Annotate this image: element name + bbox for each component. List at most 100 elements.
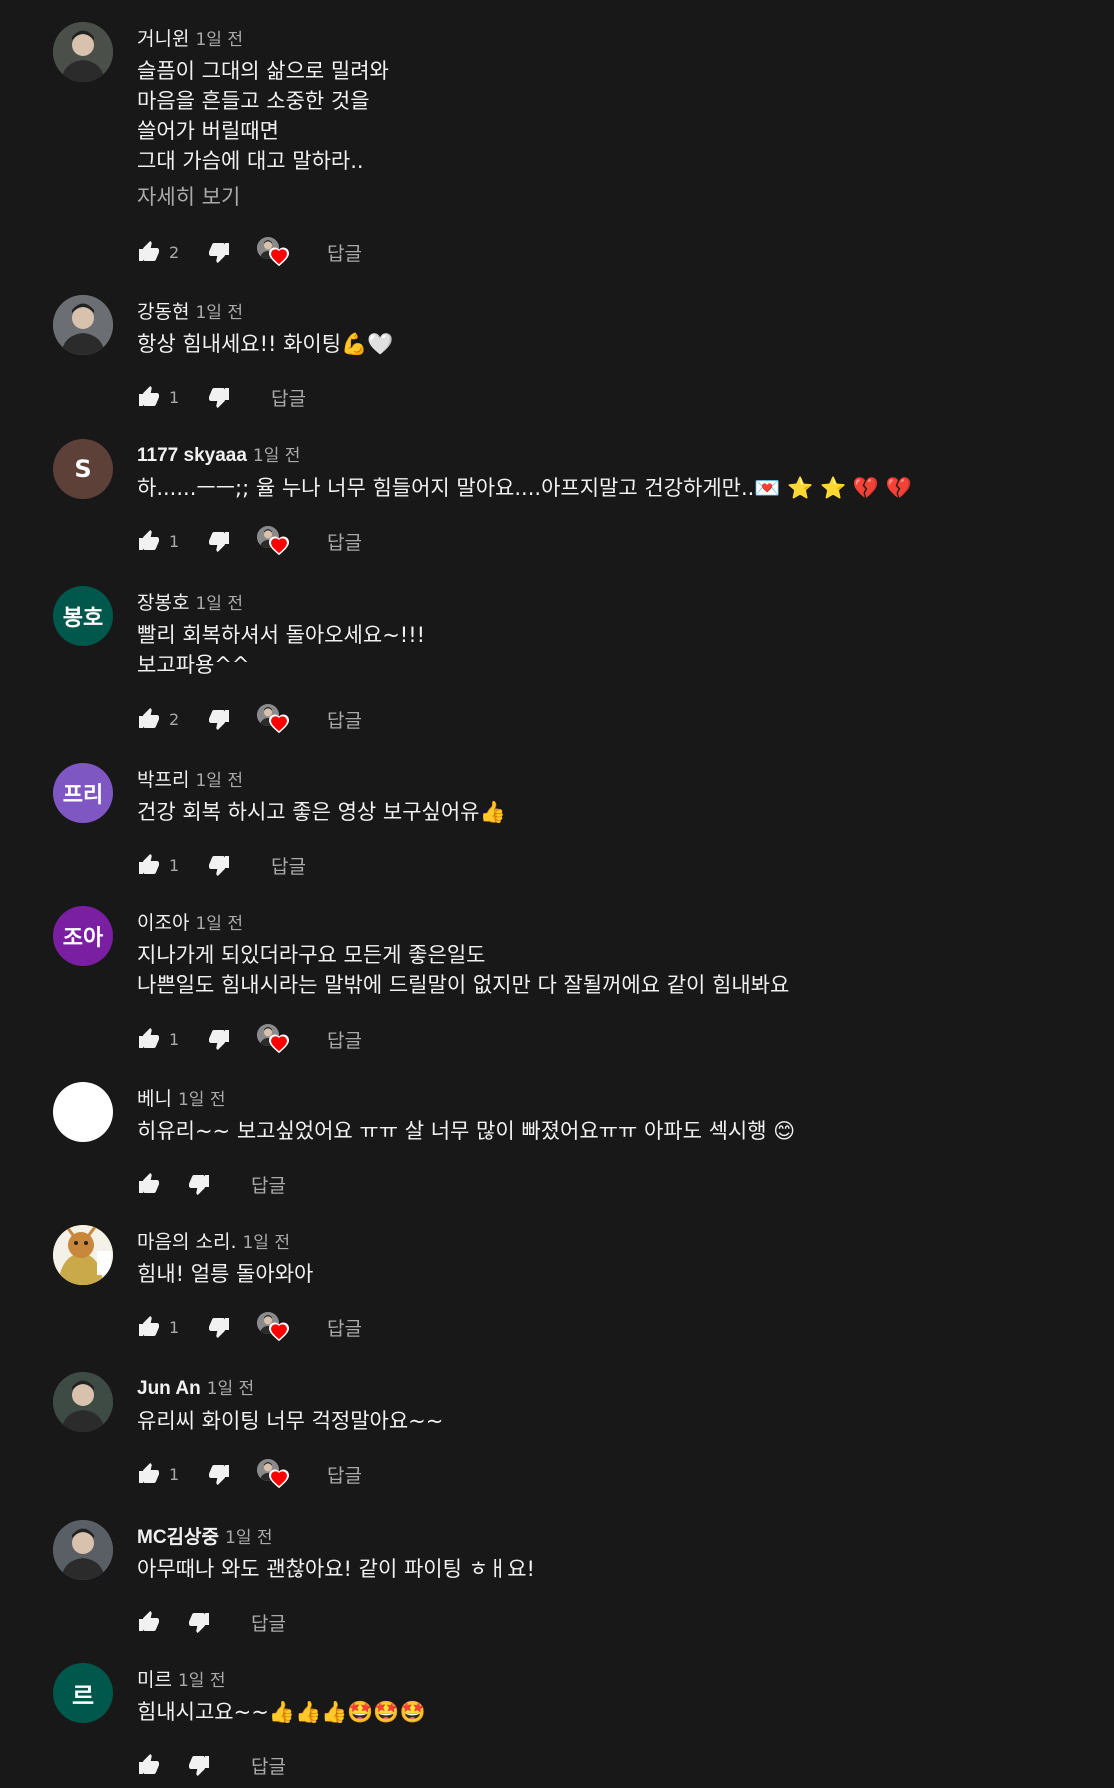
comment-text: 히유리~~ 보고싶었어요 ㅠㅠ 살 너무 많이 빠졌어요ㅠㅠ 아파도 섹시행 😊 — [137, 1116, 795, 1146]
reply-button[interactable]: 답글 — [319, 235, 370, 270]
author-name[interactable]: 강동현 — [137, 301, 189, 323]
author-name[interactable]: 거니윈 — [137, 28, 189, 50]
author-name[interactable]: 장봉호 — [137, 592, 189, 614]
avatar[interactable] — [53, 1225, 113, 1285]
author-name[interactable]: 베니 — [137, 1088, 172, 1110]
avatar[interactable] — [53, 1372, 113, 1432]
dislike-button[interactable] — [187, 1610, 211, 1634]
reply-button[interactable]: 답글 — [263, 380, 314, 415]
comment-line: 건강 회복 하시고 좋은 영상 보구싶어유👍 — [137, 800, 506, 824]
comment-line: 힘내시고요~~👍👍👍🤩🤩🤩 — [137, 1700, 426, 1724]
timestamp[interactable]: 1일 전 — [207, 1379, 255, 1399]
avatar[interactable] — [53, 1520, 113, 1580]
reply-button[interactable]: 답글 — [243, 1605, 294, 1640]
author-name[interactable]: 이조아 — [137, 912, 189, 934]
comment-line: 아무때나 와도 괜찮아요! 같이 파이팅 ㅎㅐ요! — [137, 1557, 535, 1581]
comment-header: 거니윈 1일 전 — [137, 24, 243, 51]
reply-button[interactable]: 답글 — [263, 848, 314, 883]
author-name[interactable]: 마음의 소리. — [137, 1231, 236, 1253]
avatar[interactable]: 조아 — [53, 906, 113, 966]
reply-button[interactable]: 답글 — [319, 702, 370, 737]
dislike-button[interactable] — [207, 1315, 231, 1339]
comment-header: 미르 1일 전 — [137, 1665, 225, 1692]
creator-heart-badge — [257, 1459, 289, 1489]
like-button[interactable] — [137, 240, 161, 264]
reply-button[interactable]: 답글 — [319, 1022, 370, 1057]
thumbs-up-icon — [139, 854, 159, 874]
like-button[interactable] — [137, 1172, 161, 1196]
dislike-button[interactable] — [207, 385, 231, 409]
heart-icon — [269, 536, 289, 556]
avatar[interactable] — [53, 22, 113, 82]
avatar[interactable]: 르 — [53, 1663, 113, 1723]
dislike-button[interactable] — [207, 853, 231, 877]
timestamp[interactable]: 1일 전 — [178, 1090, 226, 1110]
like-button[interactable] — [137, 1610, 161, 1634]
comment-actions: 답글 — [137, 1170, 294, 1198]
comment-text: 빨리 회복하셔서 돌아오세요~!!! 보고파용^^ — [137, 620, 425, 680]
like-button[interactable] — [137, 385, 161, 409]
like-button[interactable] — [137, 1027, 161, 1051]
comment-line: 나쁜일도 힘내시라는 말밖에 드릴말이 없지만 다 잘될꺼에요 같이 힘내봐요 — [137, 973, 790, 997]
thumbs-down-icon — [209, 1318, 229, 1338]
comment-text: 지나가게 되있더라구요 모든게 좋은일도 나쁜일도 힘내시라는 말밖에 드릴말이 … — [137, 940, 789, 1000]
comment-actions: 1 답글 — [137, 1024, 370, 1054]
dislike-button[interactable] — [207, 529, 231, 553]
thumbs-up-icon — [139, 708, 159, 728]
comment-header: 이조아 1일 전 — [137, 908, 243, 935]
thumbs-up-icon — [139, 1463, 159, 1483]
like-count: 1 — [169, 1029, 180, 1049]
like-count: 1 — [169, 387, 180, 407]
dislike-button[interactable] — [187, 1172, 211, 1196]
like-button[interactable] — [137, 1462, 161, 1486]
timestamp[interactable]: 1일 전 — [195, 303, 243, 323]
avatar[interactable]: 프리 — [53, 763, 113, 823]
dislike-button[interactable] — [187, 1753, 211, 1777]
author-name[interactable]: 박프리 — [137, 769, 189, 791]
thumbs-down-icon — [209, 388, 229, 408]
comment-actions: 2 답글 — [137, 237, 370, 267]
thumbs-up-icon — [139, 1316, 159, 1336]
comment-actions: 답글 — [137, 1608, 294, 1636]
avatar[interactable] — [53, 295, 113, 355]
author-name[interactable]: MC김상중 — [137, 1527, 219, 1548]
avatar[interactable]: 봉호 — [53, 586, 113, 646]
avatar[interactable]: S — [53, 439, 113, 499]
timestamp[interactable]: 1일 전 — [195, 30, 243, 50]
timestamp[interactable]: 1일 전 — [195, 914, 243, 934]
reply-button[interactable]: 답글 — [243, 1167, 294, 1202]
timestamp[interactable]: 1일 전 — [225, 1528, 273, 1548]
author-name[interactable]: Jun An — [137, 1378, 201, 1399]
dislike-button[interactable] — [207, 1462, 231, 1486]
like-button[interactable] — [137, 707, 161, 731]
like-button[interactable] — [137, 1753, 161, 1777]
comment-actions: 1 답글 — [137, 1459, 370, 1489]
reply-button[interactable]: 답글 — [319, 1457, 370, 1492]
like-button[interactable] — [137, 853, 161, 877]
timestamp[interactable]: 1일 전 — [242, 1233, 290, 1253]
timestamp[interactable]: 1일 전 — [195, 594, 243, 614]
comment-line: 항상 힘내세요!! 화이팅💪🤍 — [137, 332, 394, 356]
comment-line: 하......ㅡㅡ;; 율 누나 너무 힘들어지 말아요....아프지말고 건강… — [137, 476, 912, 500]
avatar[interactable] — [53, 1082, 113, 1142]
reply-button[interactable]: 답글 — [319, 524, 370, 559]
like-button[interactable] — [137, 529, 161, 553]
like-button[interactable] — [137, 1315, 161, 1339]
comment-line: 그대 가슴에 대고 말하라.. — [137, 149, 364, 173]
read-more-link[interactable]: 자세히 보기 — [137, 182, 389, 212]
dislike-button[interactable] — [207, 240, 231, 264]
timestamp[interactable]: 1일 전 — [178, 1671, 226, 1691]
timestamp[interactable]: 1일 전 — [253, 446, 301, 466]
comment-header: MC김상중 1일 전 — [137, 1522, 273, 1549]
thumbs-down-icon — [209, 1465, 229, 1485]
timestamp[interactable]: 1일 전 — [195, 771, 243, 791]
reply-button[interactable]: 답글 — [243, 1748, 294, 1783]
creator-heart-badge — [257, 526, 289, 556]
reply-button[interactable]: 답글 — [319, 1310, 370, 1345]
author-name[interactable]: 미르 — [137, 1669, 172, 1691]
dislike-button[interactable] — [207, 1027, 231, 1051]
dislike-button[interactable] — [207, 707, 231, 731]
thumbs-up-icon — [139, 241, 159, 261]
like-count: 2 — [169, 242, 180, 262]
author-name[interactable]: 1177 skyaaa — [137, 445, 247, 466]
